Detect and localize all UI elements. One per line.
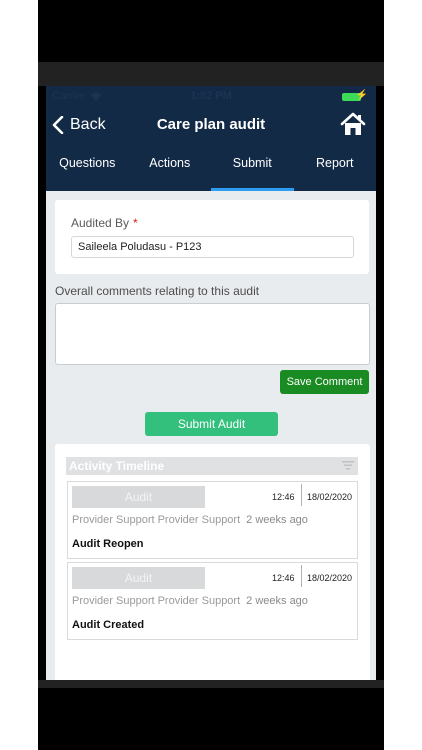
filter-icon[interactable] — [341, 459, 355, 473]
app-header: Carrier 1:52 PM ⚡ Back Care plan audit Q… — [46, 86, 376, 191]
tab-actions[interactable]: Actions — [129, 148, 212, 191]
timeline-event: Audit Created — [72, 619, 145, 631]
battery-icon: ⚡ — [342, 90, 368, 101]
timeline-time: 12:46 — [272, 492, 295, 502]
audited-by-card: Audited By * — [55, 200, 369, 274]
timeline-entry: Audit 12:46 18/02/2020 Provider Support … — [67, 481, 358, 559]
audited-by-field[interactable] — [71, 236, 354, 258]
timeline-event: Audit Reopen — [72, 538, 144, 550]
app-screen: Carrier 1:52 PM ⚡ Back Care plan audit Q… — [46, 86, 376, 680]
submit-audit-button[interactable]: Submit Audit — [145, 412, 278, 436]
comments-textarea[interactable] — [55, 303, 370, 365]
bottom-bezel — [38, 680, 384, 688]
timeline-ago: 2 weeks ago — [246, 595, 308, 607]
timeline-header: Activity Timeline — [66, 457, 358, 475]
timeline-title: Activity Timeline — [69, 459, 165, 473]
timeline-ago: 2 weeks ago — [246, 514, 308, 526]
tab-report[interactable]: Report — [294, 148, 377, 191]
timeline-meta: Provider Support Provider Support 2 weeks… — [72, 595, 308, 607]
comments-label: Overall comments relating to this audit — [55, 284, 260, 298]
required-marker: * — [133, 216, 138, 230]
timeline-badge: Audit — [72, 567, 205, 589]
timeline-entry: Audit 12:46 18/02/2020 Provider Support … — [67, 562, 358, 640]
timeline-badge: Audit — [72, 486, 205, 508]
timeline-user: Provider Support Provider Support — [72, 514, 241, 526]
phone-frame: Carrier 1:52 PM ⚡ Back Care plan audit Q… — [38, 0, 384, 750]
timeline-user: Provider Support Provider Support — [72, 595, 241, 607]
tab-bar: Questions Actions Submit Report — [46, 148, 376, 191]
tab-questions[interactable]: Questions — [46, 148, 129, 191]
tab-submit[interactable]: Submit — [211, 148, 294, 191]
save-comment-button[interactable]: Save Comment — [280, 370, 369, 394]
status-time: 1:52 PM — [190, 90, 232, 102]
home-icon[interactable] — [340, 111, 366, 137]
divider — [301, 565, 302, 587]
timeline-date: 18/02/2020 — [307, 573, 353, 583]
top-bezel — [38, 62, 384, 86]
timeline-date: 18/02/2020 — [307, 492, 353, 502]
timeline-meta: Provider Support Provider Support 2 weeks… — [72, 514, 308, 526]
activity-timeline-card: Activity Timeline Audit 12:46 18/02/2020… — [55, 444, 370, 680]
page: Carrier 1:52 PM ⚡ Back Care plan audit Q… — [0, 0, 422, 750]
audited-by-label-text: Audited By — [71, 216, 130, 230]
audited-by-label: Audited By * — [71, 216, 138, 230]
page-title: Care plan audit — [156, 116, 266, 133]
status-bar: Carrier 1:52 PM ⚡ — [46, 88, 376, 106]
nav-bar: Back Care plan audit — [46, 108, 376, 142]
timeline-time: 12:46 — [272, 573, 295, 583]
divider — [301, 484, 302, 506]
